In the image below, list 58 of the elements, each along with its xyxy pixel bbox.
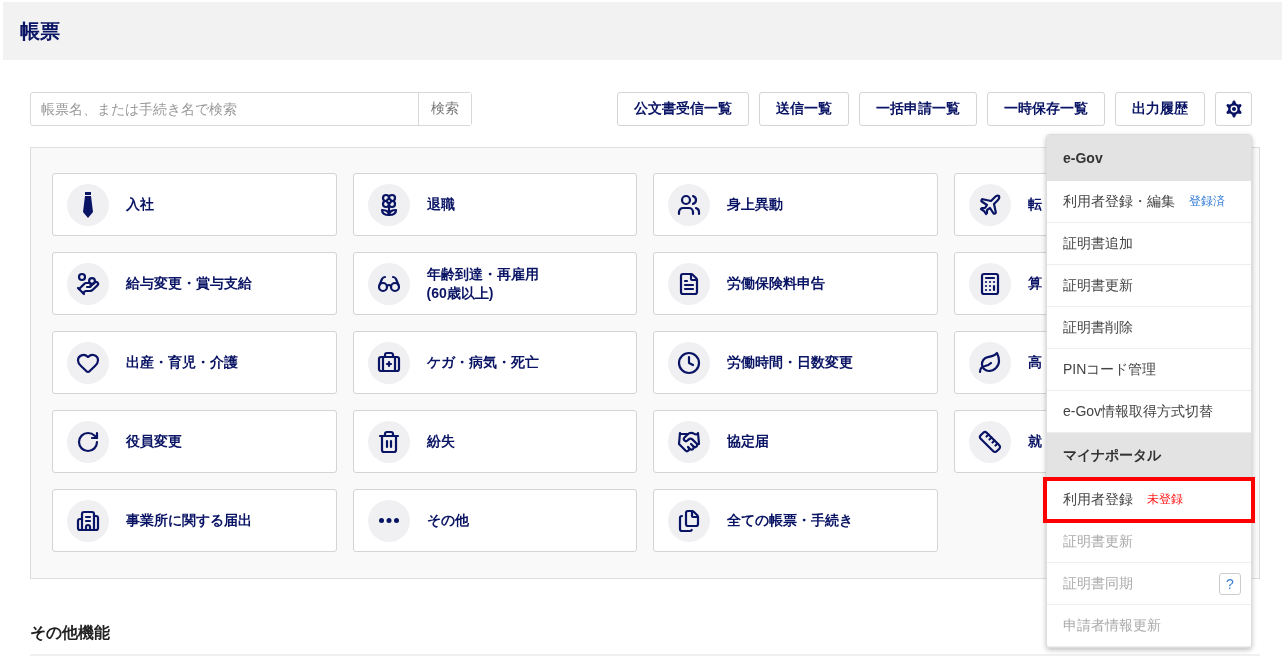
menu-item-label: 利用者登録 bbox=[1063, 490, 1133, 509]
menu-item-label: e-Gov情報取得方式切替 bbox=[1063, 402, 1214, 421]
toolbar-button[interactable]: 公文書受信一覧 bbox=[617, 92, 749, 126]
hand-coins-icon bbox=[76, 271, 100, 296]
category-card[interactable]: ケガ・病気・死亡 bbox=[352, 331, 637, 394]
handshake-icon bbox=[677, 429, 701, 454]
menu-item-label: 証明書更新 bbox=[1063, 276, 1133, 295]
menu-item-label: 利用者登録・編集 bbox=[1063, 192, 1175, 211]
ruler-icon bbox=[977, 429, 1002, 454]
page-title: 帳票 bbox=[20, 18, 60, 44]
category-card[interactable]: 入社 bbox=[52, 173, 337, 236]
category-card[interactable]: 役員変更 bbox=[52, 410, 337, 473]
rotate-arrow-icon bbox=[76, 429, 100, 454]
menu-item[interactable]: 証明書更新 bbox=[1047, 265, 1251, 307]
category-card[interactable]: 労働保険料申告 bbox=[653, 252, 938, 315]
category-card[interactable]: 年齢到達・再雇用 (60歳以上) bbox=[352, 252, 637, 315]
airplane-icon bbox=[977, 192, 1002, 217]
category-card[interactable]: 身上異動 bbox=[653, 173, 938, 236]
menu-item-label: 申請者情報更新 bbox=[1063, 616, 1161, 635]
status-label: 登録済 bbox=[1189, 193, 1225, 210]
toolbar-button[interactable]: 一時保存一覧 bbox=[987, 92, 1105, 126]
category-card[interactable]: 全ての帳票・手続き bbox=[653, 489, 938, 552]
toolbar-button[interactable]: 出力履歴 bbox=[1115, 92, 1205, 126]
menu-item-label: 証明書削除 bbox=[1063, 318, 1133, 337]
menu-item-label: 証明書同期 bbox=[1063, 574, 1133, 593]
menu-item-label: PINコード管理 bbox=[1063, 360, 1157, 379]
menu-item-label: 証明書追加 bbox=[1063, 234, 1133, 253]
menu-item[interactable]: 利用者登録・編集 登録済 bbox=[1047, 181, 1251, 223]
menu-item[interactable]: 証明書追加 bbox=[1047, 223, 1251, 265]
first-aid-kit-icon bbox=[376, 350, 401, 375]
toolbar-button[interactable]: 送信一覧 bbox=[759, 92, 849, 126]
status-label: 未登録 bbox=[1147, 491, 1183, 508]
leaf-icon bbox=[977, 350, 1002, 375]
search-button[interactable]: 検索 bbox=[418, 93, 471, 125]
trash-icon bbox=[376, 429, 401, 454]
document-icon bbox=[677, 271, 701, 296]
building-icon bbox=[76, 508, 100, 533]
category-card[interactable]: 協定届 bbox=[653, 410, 938, 473]
menu-header: マイナポータル bbox=[1047, 433, 1251, 479]
category-card[interactable]: 事業所に関する届出 bbox=[52, 489, 337, 552]
toolbar-button[interactable]: 一括申請一覧 bbox=[859, 92, 977, 126]
menu-item[interactable]: 利用者登録 未登録 bbox=[1045, 479, 1253, 521]
menu-item[interactable]: PINコード管理 bbox=[1047, 349, 1251, 391]
settings-button[interactable] bbox=[1215, 92, 1252, 126]
category-card[interactable]: その他 bbox=[352, 489, 637, 552]
menu-header: e-Gov bbox=[1047, 135, 1251, 181]
category-card[interactable]: 退職 bbox=[352, 173, 637, 236]
search-field[interactable]: 帳票名、または手続き名で検索 検索 bbox=[30, 92, 472, 126]
menu-item[interactable]: 証明書削除 bbox=[1047, 307, 1251, 349]
category-card[interactable]: 紛失 bbox=[352, 410, 637, 473]
category-card[interactable]: 出産・育児・介護 bbox=[52, 331, 337, 394]
menu-item-label: 証明書更新 bbox=[1063, 532, 1133, 551]
clock-icon bbox=[677, 350, 701, 375]
category-card[interactable]: 労働時間・日数変更 bbox=[653, 331, 938, 394]
documents-icon bbox=[677, 508, 701, 533]
category-card[interactable]: 給与変更・賞与支給 bbox=[52, 252, 337, 315]
necktie-icon bbox=[81, 191, 95, 218]
more-icon bbox=[378, 518, 399, 523]
